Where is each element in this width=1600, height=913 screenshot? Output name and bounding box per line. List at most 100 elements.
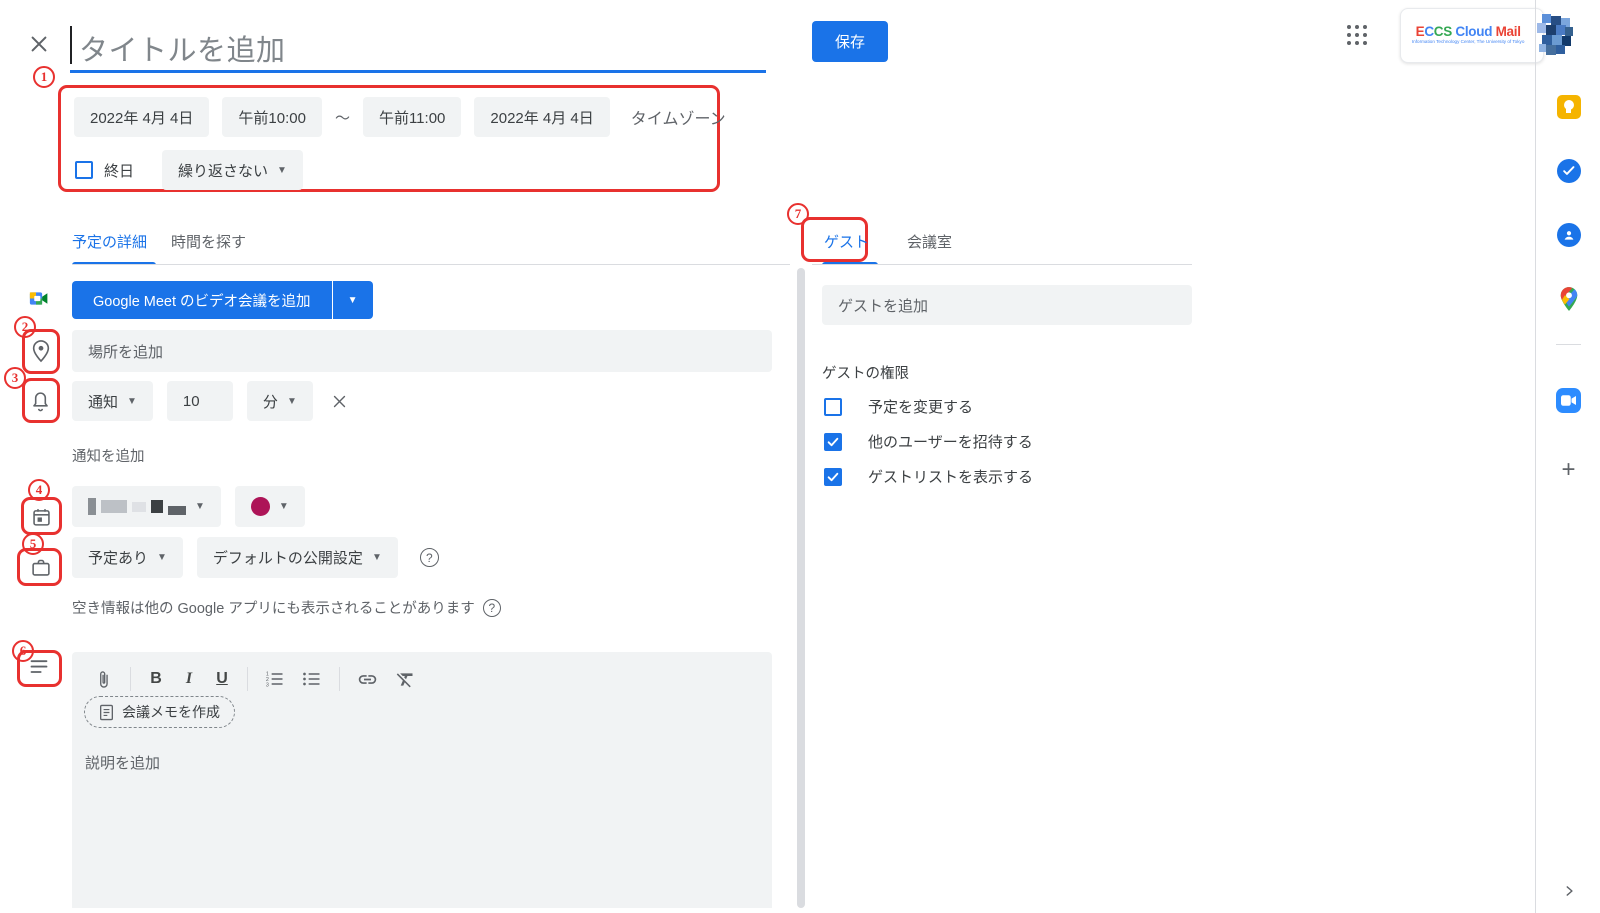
bold-icon[interactable]: B [148, 670, 164, 688]
bulleted-list-icon[interactable] [302, 670, 322, 688]
tab-event-details[interactable]: 予定の詳細 [72, 231, 147, 252]
notification-unit-dropdown[interactable]: 分▼ [247, 381, 313, 421]
start-date-button[interactable]: 2022年 4月 4日 [74, 97, 209, 137]
logo-text: ECCS Cloud Mail Information Technology C… [1407, 25, 1529, 45]
start-time-button[interactable]: 午前10:00 [222, 97, 322, 137]
location-input[interactable]: 場所を追加 [72, 330, 772, 372]
recurrence-dropdown[interactable]: 繰り返さない▼ [162, 150, 303, 190]
calendar-color-dot [251, 497, 270, 516]
svg-text:3: 3 [266, 683, 269, 689]
right-tab-border [812, 264, 1192, 265]
left-tab-border [72, 264, 790, 265]
logo-title: ECCS Cloud Mail [1416, 25, 1521, 40]
sidebar-divider [1535, 0, 1536, 913]
all-day-label: 終日 [104, 160, 134, 181]
datetime-row: 2022年 4月 4日 午前10:00 ～ 午前11:00 2022年 4月 4… [74, 97, 726, 137]
vertical-scrollbar[interactable] [797, 268, 805, 908]
title-input[interactable]: タイトルを追加 [79, 27, 286, 69]
check-icon [826, 435, 840, 449]
modify-event-checkbox[interactable] [824, 398, 842, 416]
zoom-app-icon[interactable] [1556, 388, 1581, 413]
chevron-down-icon: ▼ [195, 501, 205, 512]
chevron-down-icon: ▼ [372, 552, 382, 563]
google-contacts-icon[interactable] [1556, 222, 1581, 247]
availability-note-row: 空き情報は他の Google アプリにも表示されることがあります ? [72, 597, 501, 618]
chevron-down-icon: ▼ [348, 295, 358, 306]
attachment-icon[interactable] [94, 669, 113, 690]
annotation-2: 2 [14, 316, 36, 338]
all-day-checkbox[interactable] [75, 161, 93, 179]
toolbar-divider [247, 667, 248, 691]
permission-label: 他のユーザーを招待する [868, 431, 1033, 452]
save-button[interactable]: 保存 [812, 21, 888, 62]
underline-icon[interactable]: U [214, 670, 230, 688]
remove-notification-icon[interactable] [331, 393, 348, 410]
visibility-help-icon[interactable]: ? [420, 548, 439, 567]
permission-row-invite: 他のユーザーを招待する [824, 431, 1033, 452]
location-pin-icon [30, 338, 52, 364]
numbered-list-icon[interactable]: 123 [265, 670, 285, 688]
invite-others-checkbox[interactable] [824, 433, 842, 451]
annotation-7: 7 [787, 203, 809, 225]
permission-label: 予定を変更する [868, 396, 973, 417]
collapse-panel-chevron-icon[interactable] [1556, 878, 1581, 903]
add-meet-button[interactable]: Google Meet のビデオ会議を追加 ▼ [72, 281, 373, 319]
insert-link-icon[interactable] [357, 669, 378, 690]
annotation-1: 1 [33, 66, 55, 88]
calendar-select-dropdown[interactable]: ▼ [72, 486, 221, 527]
allday-recurrence-row: 終日 繰り返さない▼ [75, 150, 303, 190]
busy-status-dropdown[interactable]: 予定あり▼ [72, 537, 183, 578]
title-underline [70, 70, 766, 73]
clear-formatting-icon[interactable] [395, 669, 416, 690]
visibility-row: 予定あり▼ デフォルトの公開設定▼ ? [72, 537, 439, 578]
end-time-button[interactable]: 午前11:00 [363, 97, 461, 137]
permission-row-modify: 予定を変更する [824, 396, 973, 417]
add-notification-link[interactable]: 通知を追加 [72, 445, 145, 466]
notification-type-dropdown[interactable]: 通知▼ [72, 381, 153, 421]
notification-row: 通知▼ 10 分▼ [72, 381, 348, 421]
event-editor-screen: タイトルを追加 保存 ECCS Cloud Mail Information T… [0, 0, 1600, 913]
chevron-down-icon: ▼ [277, 165, 287, 176]
logo-subtitle: Information Technology Center, The Unive… [1412, 40, 1525, 45]
create-meeting-notes-button[interactable]: 会議メモを作成 [84, 696, 235, 728]
chevron-down-icon: ▼ [279, 501, 289, 512]
sidebar-icons-divider [1556, 344, 1581, 345]
calendar-row: ▼ ▼ [72, 486, 305, 527]
calendar-color-dropdown[interactable]: ▼ [235, 486, 305, 527]
availability-help-icon[interactable]: ? [483, 599, 501, 617]
notification-minutes-input[interactable]: 10 [167, 381, 233, 421]
timezone-button[interactable]: タイムゾーン [631, 105, 726, 129]
toolbar-divider [339, 667, 340, 691]
briefcase-icon [30, 557, 52, 578]
google-apps-grid-icon[interactable] [1347, 25, 1371, 49]
description-input[interactable]: 説明を追加 [85, 752, 160, 773]
description-lines-icon [29, 658, 49, 676]
see-guest-list-checkbox[interactable] [824, 468, 842, 486]
availability-note: 空き情報は他の Google アプリにも表示されることがあります [72, 597, 475, 618]
google-keep-icon[interactable] [1556, 94, 1581, 119]
tab-guests[interactable]: ゲスト [824, 231, 869, 252]
tab-find-time[interactable]: 時間を探す [171, 231, 246, 252]
description-panel[interactable]: B I U 123 会議メモを作成 説明を追加 [72, 652, 772, 908]
redacted-calendar-name [88, 498, 186, 515]
visibility-dropdown[interactable]: デフォルトの公開設定▼ [197, 537, 398, 578]
google-maps-icon[interactable] [1556, 286, 1581, 311]
permission-label: ゲストリストを表示する [868, 466, 1033, 487]
get-addons-plus-icon[interactable]: + [1556, 457, 1581, 482]
annotation-3: 3 [4, 367, 26, 389]
close-icon[interactable] [24, 30, 54, 60]
meet-options-dropdown[interactable]: ▼ [333, 281, 373, 319]
toolbar-divider [130, 667, 131, 691]
italic-icon[interactable]: I [181, 670, 197, 688]
tab-rooms[interactable]: 会議室 [907, 231, 952, 252]
create-meeting-notes-label: 会議メモを作成 [122, 702, 220, 722]
guest-permissions-title: ゲストの権限 [822, 362, 909, 383]
add-meet-label: Google Meet のビデオ会議を追加 [72, 281, 332, 319]
calendar-icon [31, 506, 52, 528]
end-date-button[interactable]: 2022年 4月 4日 [474, 97, 609, 137]
time-range-tilde: ～ [335, 107, 350, 128]
check-icon [826, 470, 840, 484]
google-tasks-icon[interactable] [1556, 158, 1581, 183]
permission-row-see-guestlist: ゲストリストを表示する [824, 466, 1033, 487]
add-guests-input[interactable]: ゲストを追加 [822, 285, 1192, 325]
